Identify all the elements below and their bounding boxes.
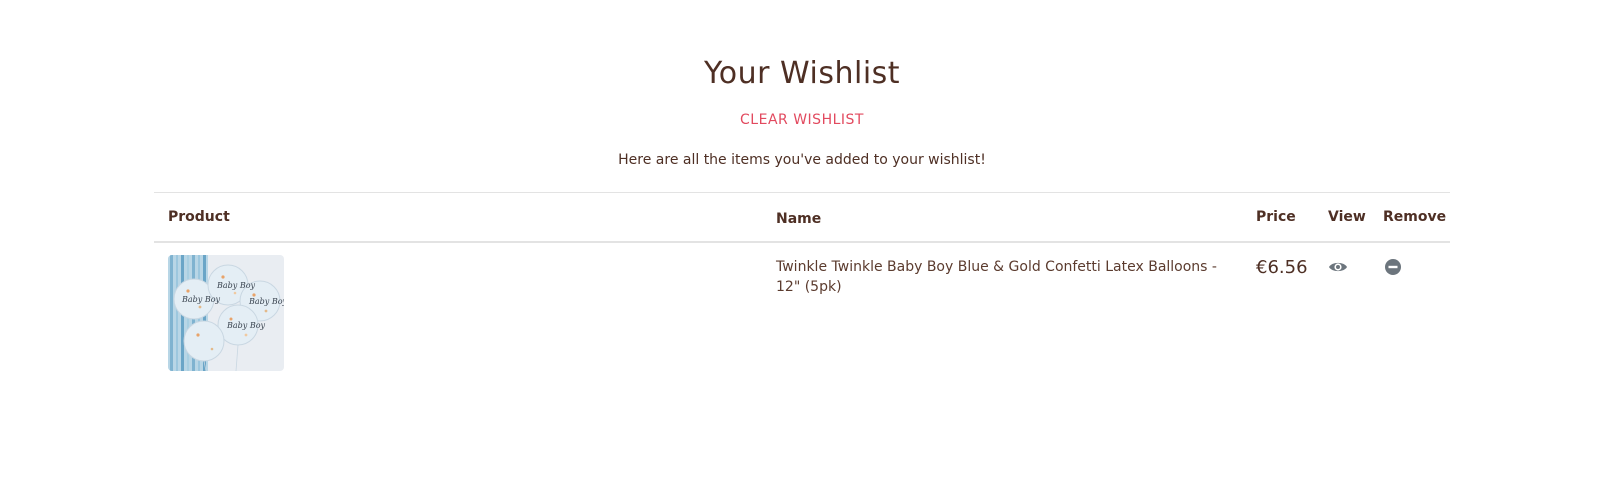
- product-name[interactable]: Twinkle Twinkle Baby Boy Blue & Gold Con…: [776, 257, 1226, 297]
- header-view: View: [1328, 209, 1366, 225]
- eye-icon[interactable]: [1328, 257, 1348, 277]
- balloon-label-1: Baby Boy: [181, 295, 221, 304]
- product-price: €6.56: [1256, 257, 1308, 278]
- page-subtitle: Here are all the items you've added to y…: [618, 152, 986, 168]
- product-image[interactable]: Baby Boy Baby Boy Baby Boy Baby Boy: [168, 255, 284, 371]
- header-remove: Remove: [1383, 209, 1447, 225]
- balloon-label-2: Baby Boy: [216, 281, 256, 290]
- minus-circle-icon[interactable]: [1383, 257, 1403, 277]
- remove-cell: [1383, 257, 1403, 281]
- view-cell: [1328, 257, 1348, 281]
- clear-wishlist-link[interactable]: CLEAR WISHLIST: [0, 112, 1604, 128]
- balloon-label-3: Baby Boy: [248, 297, 284, 306]
- product-cell: Baby Boy Baby Boy Baby Boy Baby Boy: [168, 255, 284, 371]
- balloon-label-4: Baby Boy: [226, 321, 266, 330]
- table-row: Baby Boy Baby Boy Baby Boy Baby Boy Twin…: [154, 243, 1450, 383]
- table-header-row: Product Name Price View Remove: [154, 192, 1450, 243]
- page-title: Your Wishlist: [703, 56, 901, 91]
- wishlist-table: Product Name Price View Remove Baby Boy …: [154, 192, 1450, 383]
- header-name: Name: [776, 211, 822, 227]
- header-product: Product: [168, 209, 230, 225]
- wishlist-page: Your Wishlist CLEAR WISHLIST Here are al…: [0, 0, 1604, 480]
- header-price: Price: [1256, 209, 1296, 225]
